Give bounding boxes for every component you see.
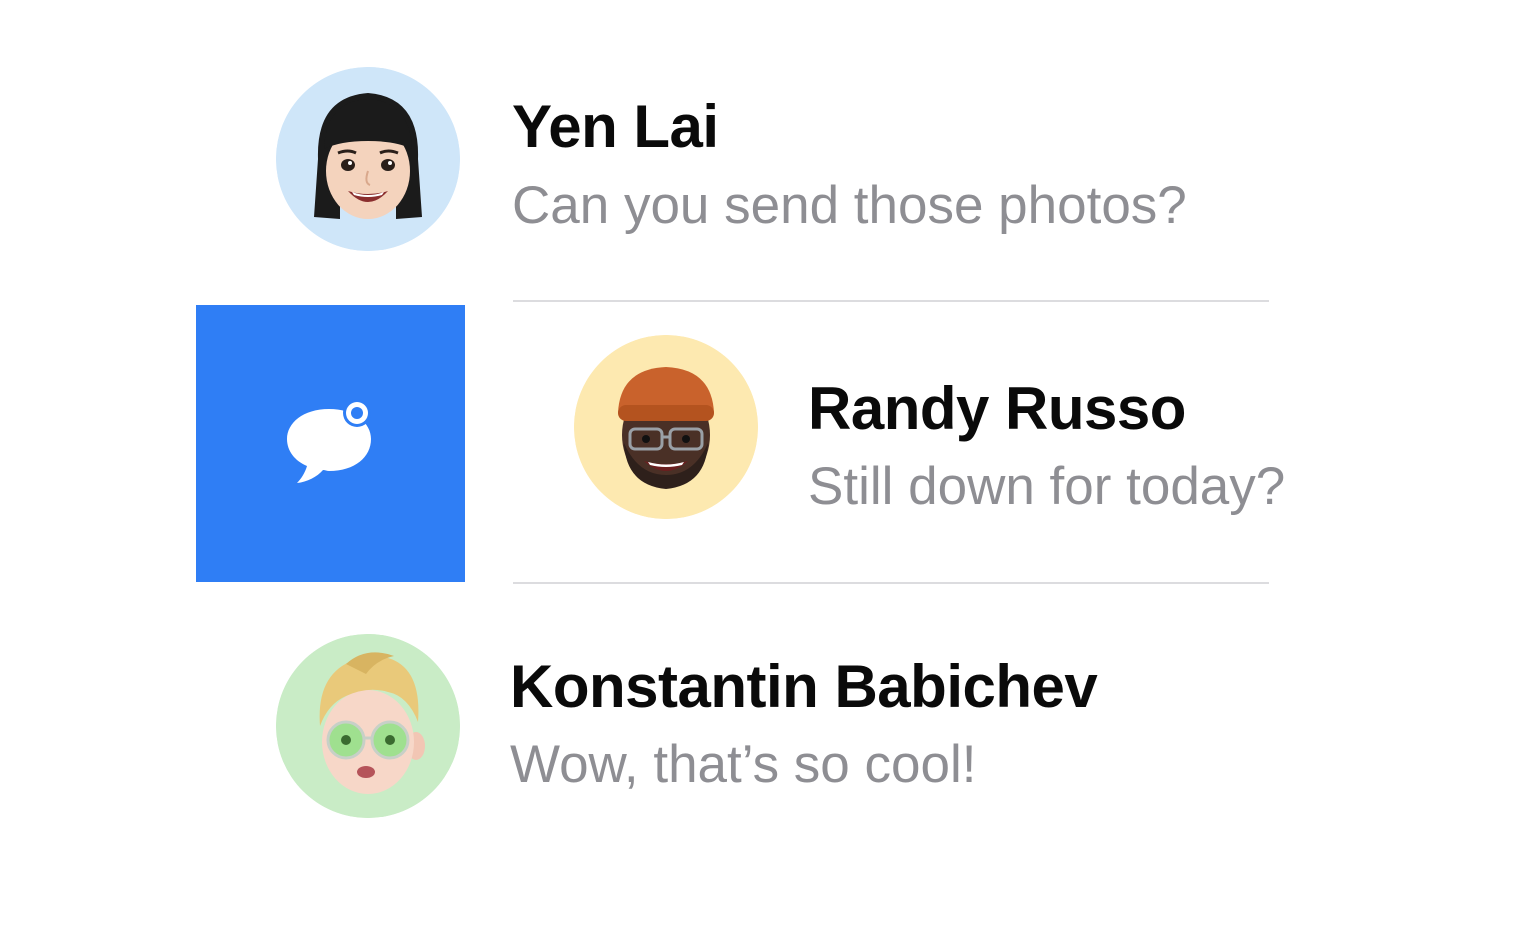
contact-name: Konstantin Babichev xyxy=(510,653,1098,720)
memoji-woman-icon xyxy=(276,67,460,251)
message-preview: Still down for today? xyxy=(808,457,1286,516)
message-preview: Can you send those photos? xyxy=(512,176,1187,235)
conversation-row-randy-russo[interactable]: Randy Russo Still down for today? xyxy=(0,302,1536,584)
avatar xyxy=(574,335,758,519)
message-preview: Wow, that’s so cool! xyxy=(510,735,977,794)
contact-name: Randy Russo xyxy=(808,375,1186,442)
contact-name: Yen Lai xyxy=(512,93,719,160)
memoji-man-icon xyxy=(276,634,460,818)
conversation-row-konstantin-babichev[interactable]: Konstantin Babichev Wow, that’s so cool! xyxy=(0,584,1536,884)
conversation-list: Yen Lai Can you send those photos? Randy… xyxy=(0,0,1536,934)
memoji-man-icon xyxy=(574,335,758,519)
conversation-row-yen-lai[interactable]: Yen Lai Can you send those photos? xyxy=(0,0,1536,300)
avatar xyxy=(276,634,460,818)
avatar xyxy=(276,67,460,251)
